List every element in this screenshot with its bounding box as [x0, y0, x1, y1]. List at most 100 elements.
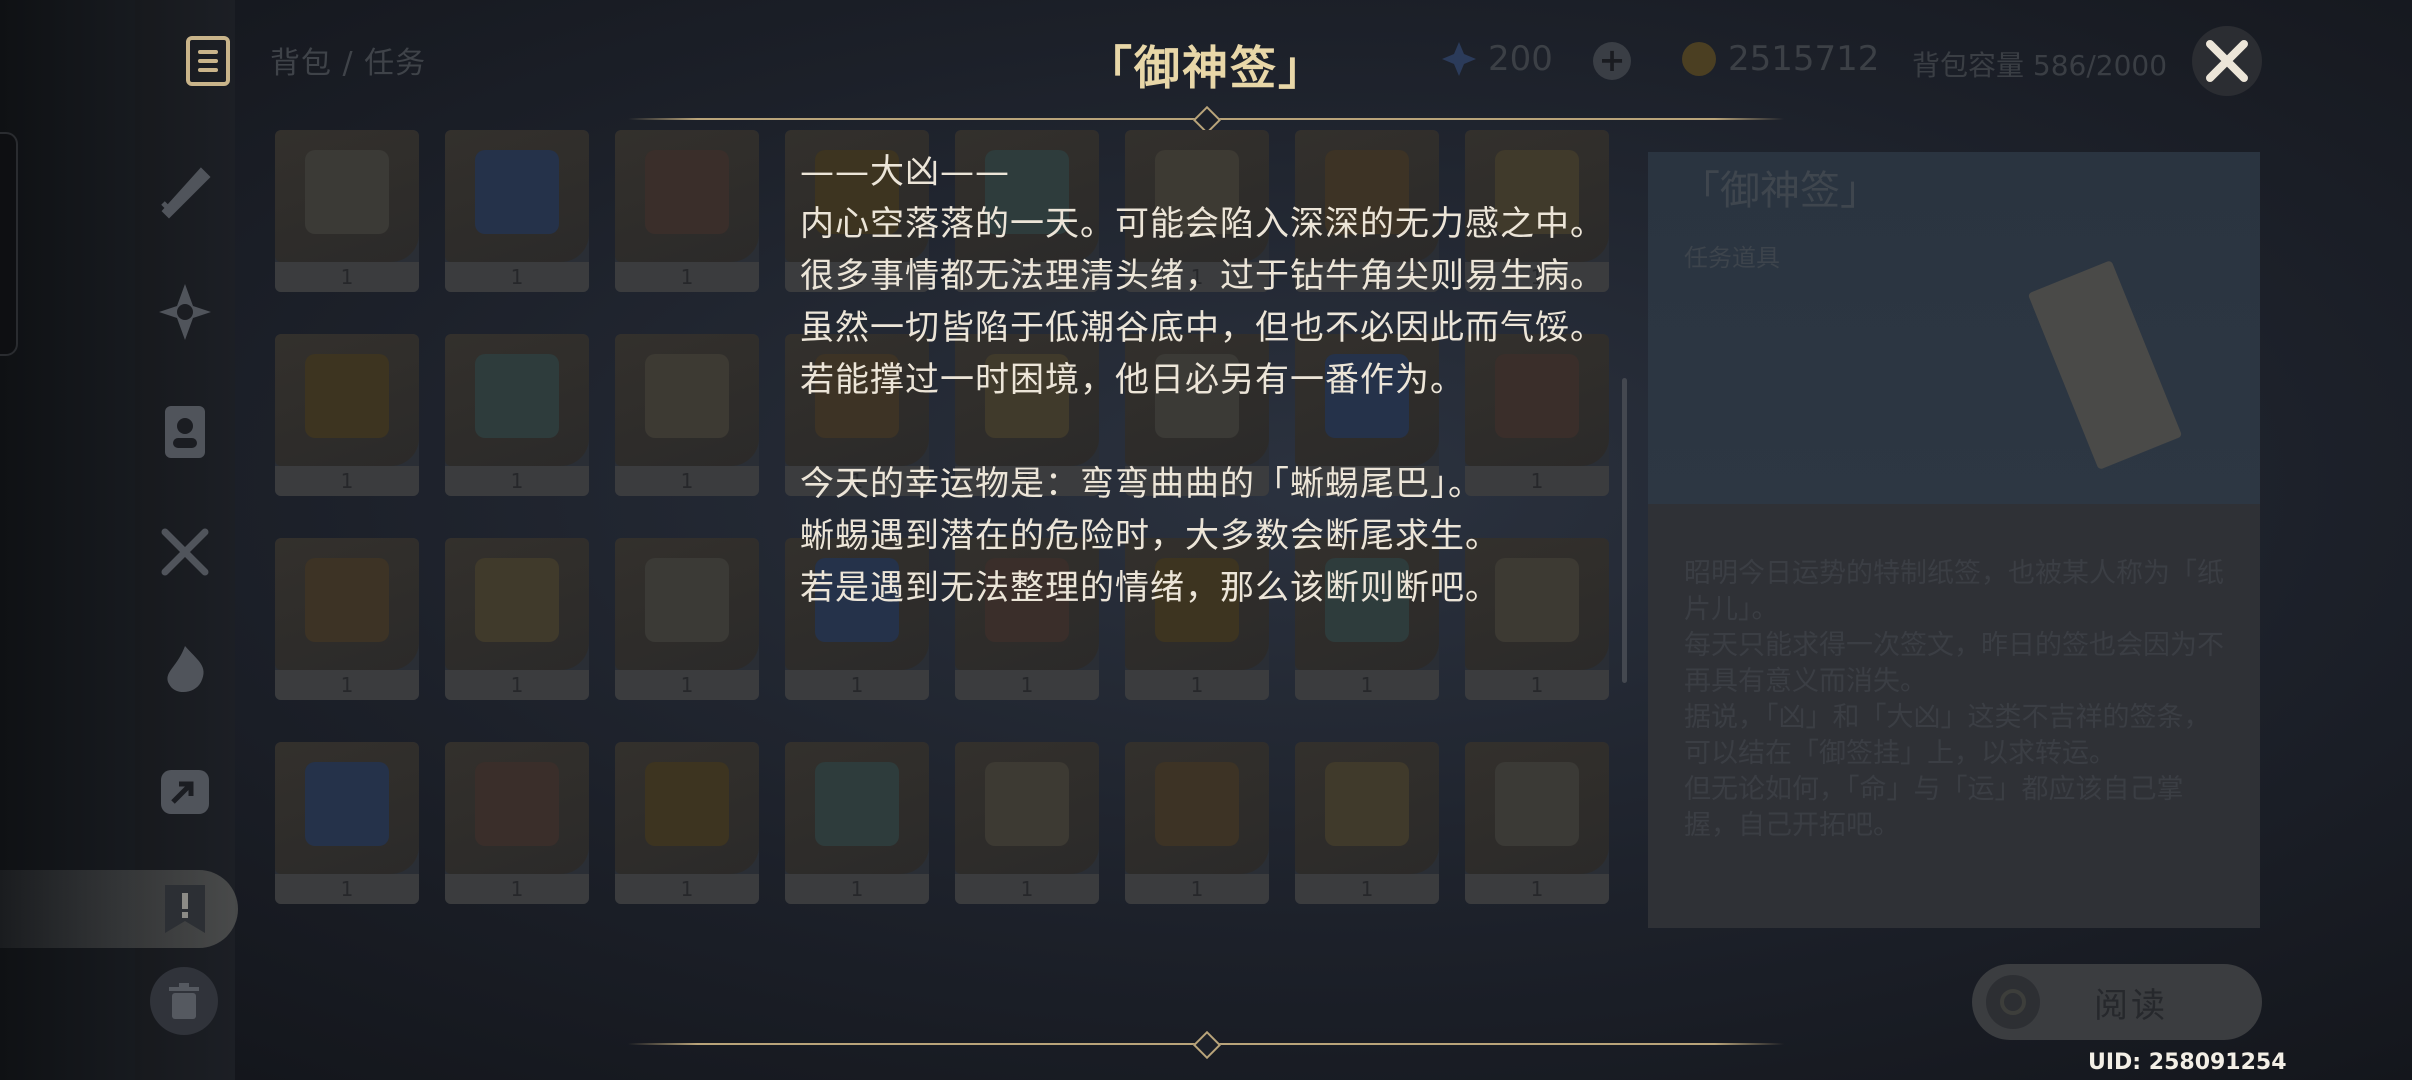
item-count: 1 [955, 670, 1099, 700]
item-name: 「御神签」 [1680, 168, 1880, 214]
fortune-line: 今天的幸运物是：弯弯曲曲的「蜥蜴尾巴」。 [800, 464, 1483, 504]
item-icon [305, 354, 389, 438]
item-count: 1 [275, 874, 419, 904]
item-slot[interactable]: 1 [1295, 742, 1439, 904]
item-count: 1 [1295, 670, 1439, 700]
mora-icon [1682, 42, 1716, 76]
item-type: 任务道具 [1684, 244, 1780, 272]
item-slot[interactable]: 1 [275, 130, 419, 292]
item-count: 1 [615, 466, 759, 496]
close-button[interactable] [2192, 26, 2262, 96]
fortune-scrollbar[interactable] [1622, 378, 1627, 683]
item-art [615, 334, 759, 466]
item-slot[interactable]: 1 [445, 130, 589, 292]
document-icon [186, 36, 230, 86]
character-icon [165, 406, 205, 458]
description-line: 昭明今日运势的特制纸签，也被某人称为「纸片儿」。 [1684, 558, 2224, 625]
primogem-amount: 200 [1488, 39, 1553, 79]
item-slot[interactable]: 1 [445, 742, 589, 904]
item-art [445, 538, 589, 670]
item-count: 1 [785, 874, 929, 904]
item-icon [645, 354, 729, 438]
fortune-line: 很多事情都无法理清头绪，过于钻牛角尖则易生病。 [800, 256, 1605, 296]
material-category-icon[interactable] [150, 637, 220, 707]
item-slot[interactable]: 1 [275, 538, 419, 700]
read-button-icon [1986, 975, 2040, 1029]
item-icon [305, 150, 389, 234]
fortune-text: ——大凶—— 内心空落落的一天。可能会陷入深深的无力感之中。 很多事情都无法理清… [800, 146, 1620, 614]
description-line: 据说，「凶」和「大凶」这类不吉祥的签条，可以结在「御签挂」上，以求转运。 [1684, 702, 2211, 769]
trash-icon [169, 983, 199, 1019]
artifact-category-icon[interactable] [150, 277, 220, 347]
item-count: 1 [275, 262, 419, 292]
item-icon [985, 762, 1069, 846]
item-icon [1325, 762, 1409, 846]
item-count: 1 [275, 670, 419, 700]
close-icon [2206, 40, 2248, 82]
item-art [445, 130, 589, 262]
sword-icon [161, 167, 211, 219]
item-count: 1 [445, 874, 589, 904]
item-slot[interactable]: 1 [1465, 742, 1609, 904]
item-art [445, 334, 589, 466]
item-count: 1 [615, 670, 759, 700]
item-slot[interactable]: 1 [615, 742, 759, 904]
item-count: 1 [1125, 874, 1269, 904]
item-icon [475, 558, 559, 642]
item-slot[interactable]: 1 [955, 742, 1099, 904]
item-art [275, 742, 419, 874]
delete-button[interactable] [150, 967, 218, 1035]
mora-amount: 2515712 [1728, 39, 1880, 79]
item-slot[interactable]: 1 [785, 742, 929, 904]
item-icon [305, 558, 389, 642]
mora-counter: 2515712 [1680, 36, 1879, 82]
food-category-icon[interactable] [150, 517, 220, 587]
item-count: 1 [445, 262, 589, 292]
breadcrumb: 背包 / 任务 [270, 46, 427, 81]
item-count: 1 [615, 262, 759, 292]
item-art [1465, 742, 1609, 874]
fortune-spacer [800, 406, 1620, 458]
item-art [785, 742, 929, 874]
read-button[interactable]: 阅读 [1972, 964, 2262, 1040]
item-count: 1 [955, 874, 1099, 904]
item-art [615, 130, 759, 262]
quest-category-icon[interactable] [150, 874, 220, 944]
item-slot[interactable]: 1 [275, 334, 419, 496]
item-count: 1 [615, 874, 759, 904]
material-icon [167, 646, 204, 693]
description-line: 但无论如何，「命」与「运」都应该自己掌握，自己开拓吧。 [1684, 774, 2184, 841]
character-category-icon[interactable] [150, 397, 220, 467]
item-icon [1155, 762, 1239, 846]
item-slot[interactable]: 1 [275, 742, 419, 904]
item-slot[interactable]: 1 [1125, 742, 1269, 904]
item-art [275, 538, 419, 670]
item-art [615, 538, 759, 670]
fortune-line: 虽然一切皆陷于低潮谷底中，但也不必因此而气馁。 [800, 308, 1605, 348]
item-slot[interactable]: 1 [445, 334, 589, 496]
gadget-category-icon[interactable] [150, 757, 220, 827]
item-count: 1 [1465, 874, 1609, 904]
weapon-category-icon[interactable] [150, 156, 220, 226]
plus-icon[interactable]: + [1593, 42, 1631, 80]
item-count: 1 [445, 466, 589, 496]
item-icon [645, 558, 729, 642]
artifact-icon [159, 284, 211, 340]
side-handle [0, 132, 18, 356]
item-slot[interactable]: 1 [615, 538, 759, 700]
inventory-screen: { "header": { "breadcrumb": "背包 / 任务", "… [0, 0, 2412, 1080]
inventory-capacity: 背包容量 586/2000 [1912, 49, 2168, 82]
item-art [275, 334, 419, 466]
item-count: 1 [785, 670, 929, 700]
item-icon [475, 354, 559, 438]
item-slot[interactable]: 1 [445, 538, 589, 700]
item-slot[interactable]: 1 [615, 334, 759, 496]
item-count: 1 [275, 466, 419, 496]
item-slot[interactable]: 1 [615, 130, 759, 292]
page-title: 「御神签」 [1086, 41, 1326, 95]
read-button-label: 阅读 [2094, 985, 2168, 1026]
item-icon [645, 762, 729, 846]
quest-icon [165, 885, 205, 933]
item-count: 1 [1125, 670, 1269, 700]
fortune-line: 蜥蜴遇到潜在的危险时，大多数会断尾求生。 [800, 516, 1500, 556]
